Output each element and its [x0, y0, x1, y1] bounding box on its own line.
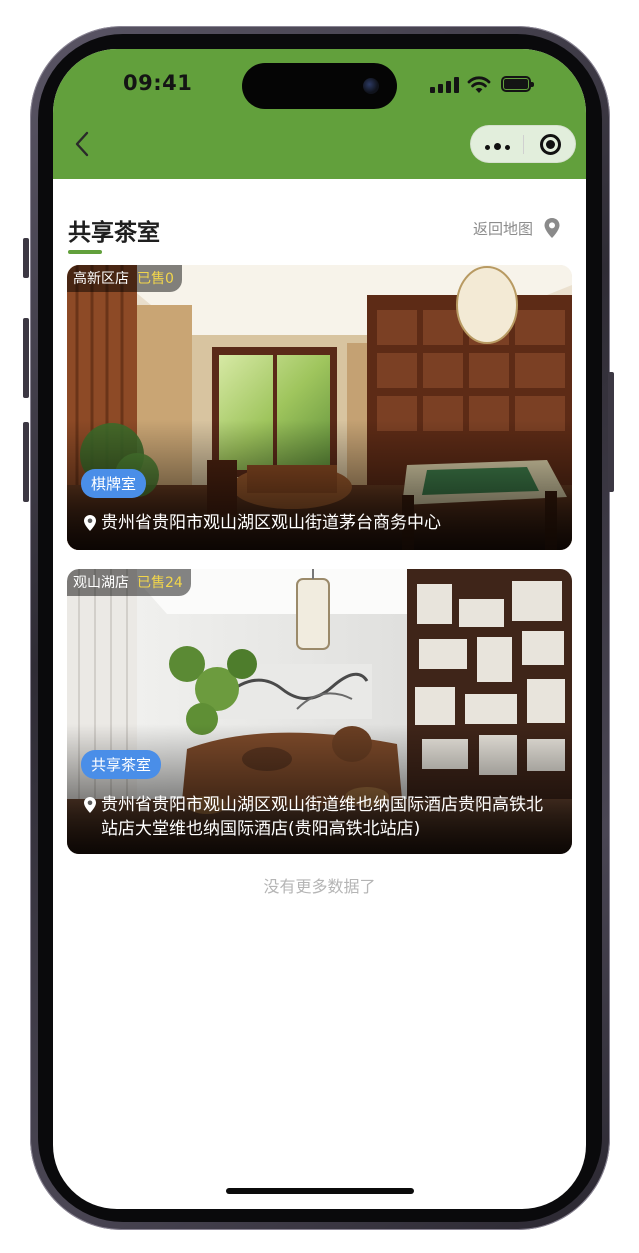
room-type-badge: 棋牌室 — [81, 469, 147, 498]
store-address-text: 贵州省贵阳市观山湖区观山街道维也纳国际酒店贵阳高铁北站店大堂维也纳国际酒店(贵阳… — [101, 795, 543, 839]
back-button[interactable] — [67, 129, 97, 159]
close-miniprogram-button[interactable] — [524, 126, 576, 162]
back-to-map-label: 返回地图 — [473, 219, 534, 238]
volume-up-button — [23, 318, 29, 398]
more-dots-icon — [483, 135, 512, 154]
more-button[interactable] — [471, 126, 523, 162]
store-card[interactable]: 高新区店 已售0 棋牌室 贵州省贵阳市观山湖区观山街道茅台商务中心 — [67, 265, 572, 550]
volume-down-button — [23, 422, 29, 502]
dynamic-island — [242, 63, 397, 109]
store-tag: 高新区店 已售0 — [67, 265, 182, 292]
camera-icon — [363, 78, 379, 94]
room-type-badge: 共享茶室 — [81, 750, 162, 779]
status-time: 09:41 — [123, 71, 193, 95]
title-underline — [68, 250, 102, 254]
location-pin-icon — [84, 515, 96, 531]
no-more-data-text: 没有更多数据了 — [263, 877, 376, 896]
sold-count: 已售0 — [137, 271, 174, 287]
map-pin-icon — [544, 218, 560, 238]
store-address-text: 贵州省贵阳市观山湖区观山街道茅台商务中心 — [101, 513, 441, 533]
store-name: 观山湖店 — [73, 575, 129, 591]
phone-screen: 09:41 共享茶室 返回地图 高新区店 已售0 棋牌室 贵州省贵阳市观山湖区观… — [53, 49, 586, 1209]
store-address: 贵州省贵阳市观山湖区观山街道维也纳国际酒店贵阳高铁北站店大堂维也纳国际酒店(贵阳… — [83, 793, 554, 841]
app-header: 09:41 — [53, 49, 586, 179]
store-card[interactable]: 观山湖店 已售24 共享茶室 贵州省贵阳市观山湖区观山街道维也纳国际酒店贵阳高铁… — [67, 569, 572, 854]
chevron-left-icon — [75, 131, 89, 157]
home-indicator[interactable] — [226, 1188, 414, 1194]
target-close-icon — [539, 133, 561, 155]
store-address: 贵州省贵阳市观山湖区观山街道茅台商务中心 — [83, 511, 554, 535]
location-pin-icon — [84, 797, 96, 813]
back-to-map-link[interactable]: 返回地图 — [473, 217, 561, 239]
page-title: 共享茶室 — [68, 220, 160, 246]
battery-icon — [501, 76, 534, 92]
signal-icon — [430, 77, 460, 93]
mini-program-capsule — [470, 125, 576, 163]
sold-count: 已售24 — [137, 575, 183, 591]
wifi-icon — [467, 76, 491, 93]
power-button — [608, 372, 614, 492]
store-tag: 观山湖店 已售24 — [67, 569, 191, 596]
silent-switch — [23, 238, 29, 278]
store-name: 高新区店 — [73, 271, 129, 287]
